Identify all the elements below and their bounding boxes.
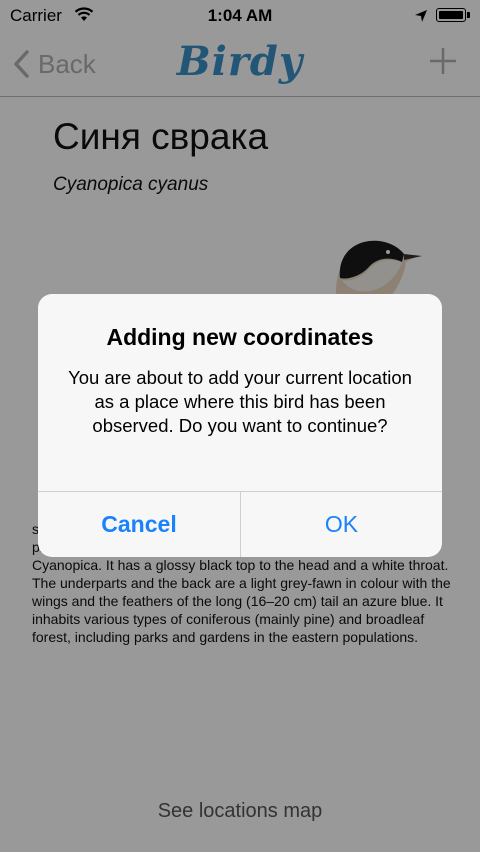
cancel-button[interactable]: Cancel — [38, 492, 240, 557]
alert-message: You are about to add your current locati… — [68, 367, 412, 436]
ok-button[interactable]: OK — [241, 492, 442, 557]
alert-title: Adding new coordinates — [106, 324, 374, 350]
add-coordinates-alert: Adding new coordinates You are about to … — [38, 294, 442, 557]
